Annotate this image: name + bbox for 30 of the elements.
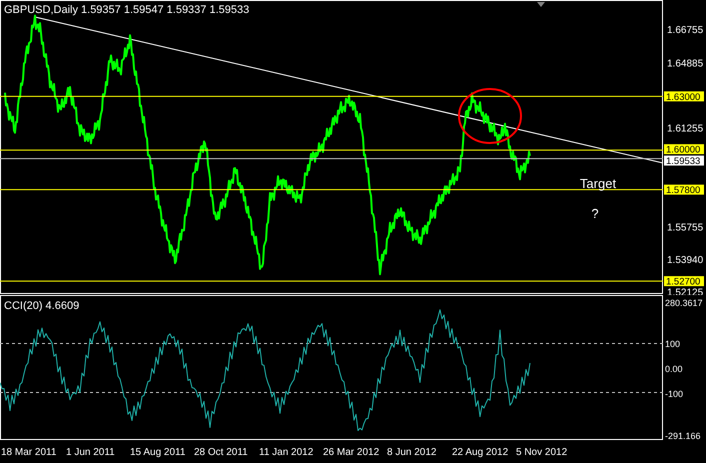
chart-note: ? bbox=[591, 206, 599, 221]
date-label: 26 Mar 2012 bbox=[323, 447, 380, 458]
cci-axis-label: -100 bbox=[665, 389, 684, 399]
date-label: 8 Jun 2012 bbox=[387, 447, 436, 458]
price-axis-label: 1.53940 bbox=[667, 254, 704, 266]
cci-axis-label: 280.3617 bbox=[665, 298, 703, 308]
price-axis-label: 1.55755 bbox=[667, 222, 704, 234]
price-tag: 1.57800 bbox=[664, 184, 704, 196]
date-label: 1 Jun 2011 bbox=[66, 447, 115, 458]
date-label: 28 Oct 2011 bbox=[194, 447, 248, 458]
cci-axis-label: -291.166 bbox=[665, 431, 701, 441]
price-tag: 1.60000 bbox=[664, 144, 704, 156]
chart-note: Target bbox=[580, 176, 616, 191]
price-axis-label: 1.64885 bbox=[667, 58, 704, 70]
marker-icon bbox=[537, 2, 545, 7]
price-tag: 1.63000 bbox=[664, 91, 704, 103]
chart-title: GBPUSD,Daily 1.59357 1.59547 1.59337 1.59533 bbox=[4, 4, 250, 16]
highlight-circle bbox=[458, 88, 522, 144]
price-axis-label: 1.66755 bbox=[667, 25, 704, 36]
price-tag: 1.52700 bbox=[664, 276, 704, 288]
indicator-title: CCI(20) 4.6609 bbox=[4, 300, 80, 312]
price-tag: 1.59533 bbox=[664, 156, 704, 168]
date-label: 22 Aug 2012 bbox=[452, 447, 508, 458]
date-label: 11 Jan 2012 bbox=[259, 447, 314, 458]
date-label: 18 Mar 2011 bbox=[1, 447, 56, 458]
price-axis-label: 1.61255 bbox=[667, 124, 704, 135]
cci-axis-label: 100 bbox=[665, 339, 680, 349]
date-label: 15 Aug 2011 bbox=[130, 447, 186, 458]
date-label: 5 Nov 2012 bbox=[516, 447, 568, 458]
cci-axis-label: 0.00 bbox=[665, 364, 683, 374]
